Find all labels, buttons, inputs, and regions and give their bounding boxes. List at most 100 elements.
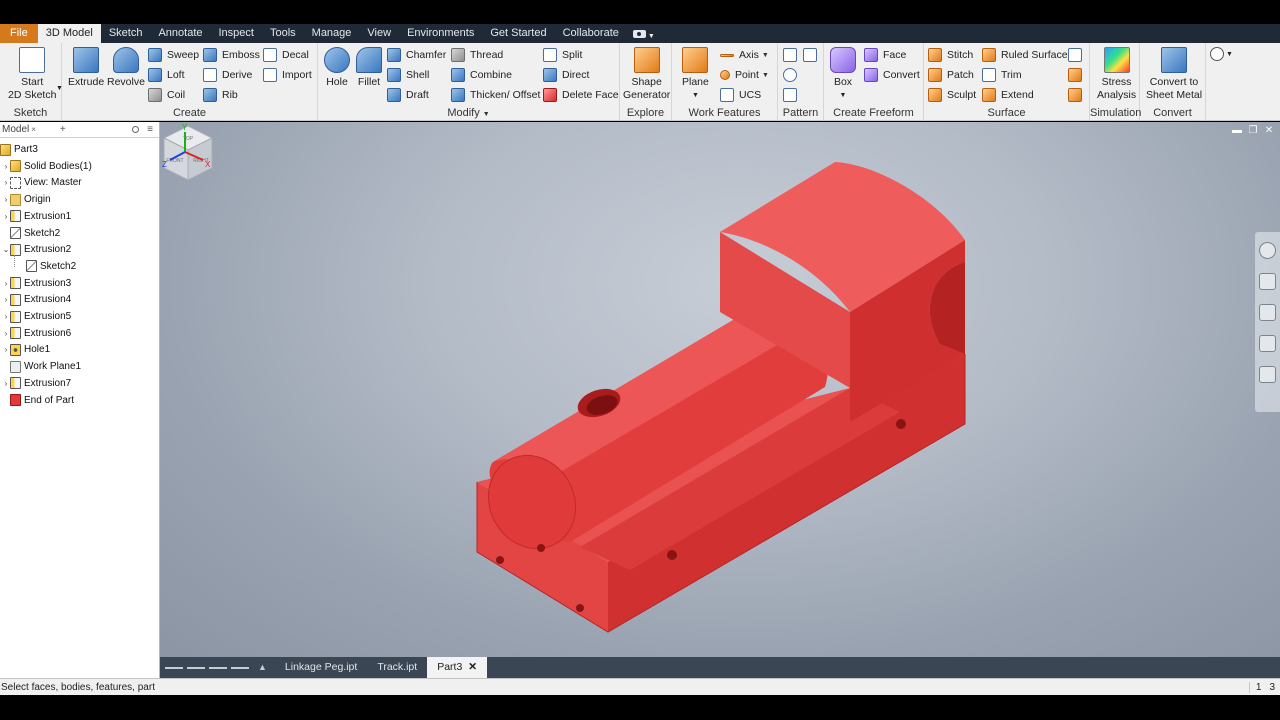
hole-button[interactable]: Hole [324,47,350,89]
shell-button[interactable]: Shell [387,66,429,84]
tile-windows-icon[interactable] [187,666,205,669]
tab-sketch[interactable]: Sketch [101,24,151,43]
shape-generator-button[interactable]: Shape Generator [623,47,670,102]
import-button[interactable]: Import [263,66,312,84]
steering-wheel-icon[interactable] [1259,242,1276,259]
doc-tab-part3[interactable]: Part3 ✕ [427,657,488,678]
convert-to-sheet-metal-button[interactable]: Convert to Sheet Metal [1146,47,1202,102]
box-button[interactable]: Box ▼ [830,47,856,102]
coil-button[interactable]: Coil [148,86,185,104]
point-button[interactable]: Point ▼ [720,66,769,84]
modify-panel-title[interactable]: Modify ▼ [318,107,619,119]
browser-node-origin[interactable]: › Origin [0,191,51,208]
emboss-button[interactable]: Emboss [203,46,260,64]
tab-3d-model[interactable]: 3D Model [37,24,101,43]
sketch-pattern-button[interactable] [783,86,802,104]
freeform-convert-button[interactable]: Convert [864,66,920,84]
extend-button[interactable]: Extend [982,86,1034,104]
split-button[interactable]: Split [543,46,582,64]
trim-button[interactable]: Trim [982,66,1022,84]
video-dropdown[interactable]: ▼ [627,24,661,43]
fit-mesh-face-button[interactable] [1068,86,1087,104]
browser-node-extrusion4[interactable]: › Extrusion4 [0,291,71,308]
browser-node-extrusion1[interactable]: › Extrusion1 [0,208,71,225]
direct-button[interactable]: Direct [543,66,589,84]
derive-button[interactable]: Derive [203,66,252,84]
tab-manage[interactable]: Manage [304,24,360,43]
add-browser-icon[interactable]: + [60,124,66,135]
thicken-offset-button[interactable]: Thicken/ Offset [451,86,540,104]
browser-node-extrusion5[interactable]: › Extrusion5 [0,308,71,325]
browser-node-solid-bodies-1[interactable]: › Solid Bodies(1) [0,158,92,175]
thread-button[interactable]: Thread [451,46,503,64]
browser-node-sketch2[interactable]: Sketch2 [0,225,60,242]
expand-toggle-icon[interactable]: › [2,312,10,321]
doc-tab-linkage-peg[interactable]: Linkage Peg.ipt [275,657,367,678]
expand-toggle-icon[interactable]: › [2,379,10,388]
cascade-windows-icon[interactable] [165,666,183,669]
browser-node-extrusion7[interactable]: › Extrusion7 [0,375,71,392]
tab-get-started[interactable]: Get Started [482,24,554,43]
orbit-icon[interactable] [1259,335,1276,352]
browser-node-end-of-part[interactable]: End of Part [0,392,74,409]
expand-toggle-icon[interactable]: ⌄ [2,245,10,254]
browser-tab-model[interactable]: Model [2,124,29,135]
expand-toggle-icon[interactable]: › [2,345,10,354]
browser-node-work-plane1[interactable]: Work Plane1 [0,358,81,375]
tab-view[interactable]: View [359,24,399,43]
browser-node-view-master[interactable]: › View: Master [0,174,82,191]
plane-button[interactable]: Plane ▼ [682,47,709,102]
start-2d-sketch-button[interactable]: Start 2D Sketch [8,47,56,102]
ucs-button[interactable]: UCS [720,86,761,104]
browser-node-hole1[interactable]: › Hole1 [0,341,50,358]
browser-node-extrusion2[interactable]: ⌄ Extrusion2 [0,241,71,258]
tile-vertical-icon[interactable] [231,666,249,669]
close-icon[interactable]: ✕ [1264,125,1274,136]
expand-toggle-icon[interactable]: › [2,279,10,288]
replace-face-button[interactable] [1068,46,1087,64]
patch-button[interactable]: Patch [928,66,974,84]
revolve-button[interactable]: Revolve [107,47,145,89]
freeform-face-button[interactable]: Face [864,46,906,64]
sweep-button[interactable]: Sweep [148,46,199,64]
part-model[interactable] [160,122,1280,657]
tab-collaborate[interactable]: Collaborate [555,24,627,43]
mirror-button[interactable] [803,46,822,64]
tab-annotate[interactable]: Annotate [150,24,210,43]
tab-inspect[interactable]: Inspect [211,24,262,43]
rib-button[interactable]: Rib [203,86,238,104]
graphics-viewport[interactable]: ▬ ❐ ✕ TOP FRONT RIGHT Y X Z [160,122,1280,657]
expand-toggle-icon[interactable]: › [2,162,10,171]
tab-tools[interactable]: Tools [262,24,304,43]
circular-pattern-button[interactable] [783,66,802,84]
minimize-icon[interactable]: ▬ [1232,125,1242,136]
repair-bodies-button[interactable] [1068,66,1087,84]
expand-toggle-icon[interactable]: › [2,195,10,204]
rectangular-pattern-button[interactable] [783,46,802,64]
extrude-button[interactable]: Extrude [68,47,104,89]
doc-tab-track[interactable]: Track.ipt [367,657,427,678]
stress-analysis-button[interactable]: Stress Analysis [1097,47,1136,102]
ribbon-options-button[interactable]: ▼ [1210,47,1233,61]
decal-button[interactable]: Decal [263,46,309,64]
chamfer-button[interactable]: Chamfer [387,46,446,64]
browser-node-sketch2[interactable]: Sketch2 [0,258,76,275]
tab-environments[interactable]: Environments [399,24,482,43]
stitch-button[interactable]: Stitch [928,46,973,64]
fillet-button[interactable]: Fillet [356,47,382,89]
expand-toggle-icon[interactable]: › [2,178,10,187]
browser-node-extrusion3[interactable]: › Extrusion3 [0,275,71,292]
pan-hand-icon[interactable] [1259,273,1276,290]
view-face-icon[interactable] [1259,366,1276,383]
sculpt-button[interactable]: Sculpt [928,86,976,104]
tile-horizontal-icon[interactable] [209,666,227,669]
browser-node-part3[interactable]: Part3 [0,141,38,158]
draft-button[interactable]: Draft [387,86,429,104]
ruled-surface-button[interactable]: Ruled Surface [982,46,1068,64]
combine-button[interactable]: Combine [451,66,512,84]
menu-icon[interactable]: ≡ [147,124,153,135]
zoom-icon[interactable] [1259,304,1276,321]
browser-node-extrusion6[interactable]: › Extrusion6 [0,325,71,342]
axis-button[interactable]: Axis ▼ [720,46,769,64]
tab-file[interactable]: File [0,24,38,43]
